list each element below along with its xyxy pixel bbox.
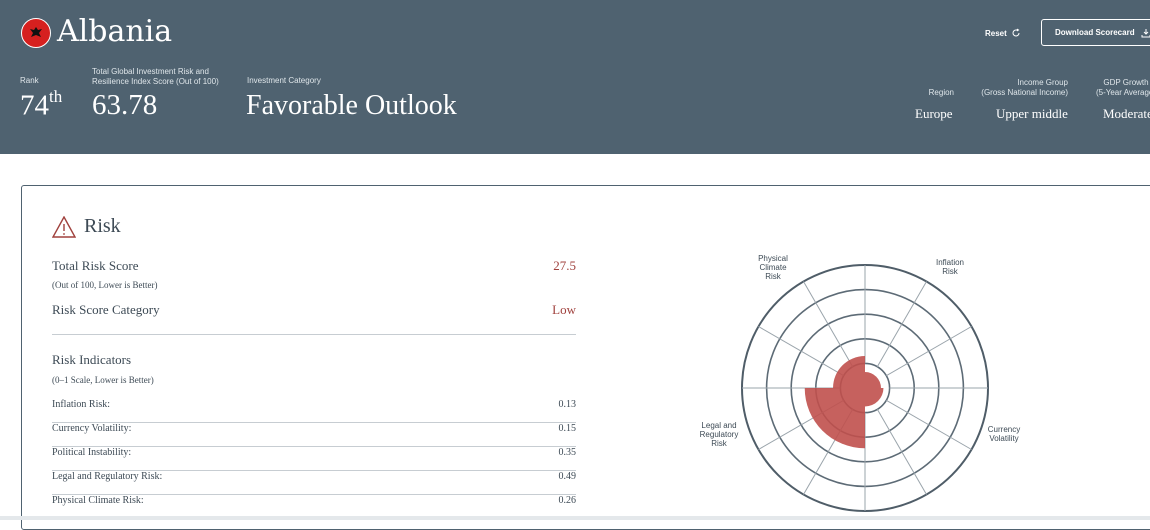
download-label: Download Scorecard: [1055, 28, 1135, 37]
risk-indicators-sub: (0–1 Scale, Lower is Better): [52, 375, 154, 385]
risk-title-text: Risk: [84, 215, 121, 237]
radar-spoke: [886, 326, 972, 377]
risk-section-title: Risk: [52, 215, 121, 238]
radar-spoke: [886, 399, 972, 450]
total-risk-value: 27.5: [553, 258, 576, 273]
axis-label-legal: Legal and Regulatory Risk: [699, 421, 739, 448]
indicator-row: Legal and Regulatory Risk: 0.49: [52, 471, 576, 495]
indicator-value: 0.35: [558, 447, 577, 458]
refresh-icon: [1012, 28, 1020, 37]
indicator-row: Currency Volatility: 0.15: [52, 423, 576, 447]
radar-spoke: [803, 281, 854, 367]
rank-value: 74th: [20, 87, 63, 122]
reset-button[interactable]: Reset: [985, 28, 1021, 38]
risk-indicators-title: Risk Indicators: [52, 352, 132, 367]
warning-icon: [52, 215, 76, 238]
category-label: Investment Category: [247, 76, 321, 85]
rank-label: Rank: [20, 76, 39, 85]
risk-radar-chart: [741, 264, 989, 512]
risk-category-value: Low: [552, 302, 576, 317]
radar-spoke: [758, 326, 844, 377]
total-risk-row: Total Risk Score 27.5: [52, 258, 576, 274]
axis-label-physical-climate: Physical Climate Risk: [758, 254, 788, 281]
country-title: Albania: [57, 14, 173, 49]
income-label: Income Group (Gross National Income): [981, 78, 1068, 97]
divider: [52, 334, 576, 335]
indicator-value: 0.26: [558, 495, 577, 506]
gdp-label: GDP Growth (5-Year Average): [1095, 78, 1150, 97]
indicator-value: 0.13: [558, 399, 577, 410]
score-label: Total Global Investment Risk and Resilie…: [92, 67, 219, 86]
albania-flag-icon: [21, 18, 51, 48]
download-icon: [1141, 28, 1150, 37]
radar-spoke: [876, 281, 927, 367]
risk-category-label: Risk Score Category: [52, 302, 160, 317]
indicator-label: Physical Climate Risk:: [52, 495, 144, 506]
radar-sector: [833, 356, 865, 388]
radar-sector: [865, 388, 884, 407]
indicator-row: Political Instability: 0.35: [52, 447, 576, 471]
risk-category-row: Risk Score Category Low: [52, 302, 576, 318]
total-risk-label: Total Risk Score: [52, 258, 139, 273]
indicator-value: 0.49: [558, 471, 577, 482]
indicator-label: Legal and Regulatory Risk:: [52, 471, 163, 482]
indicator-label: Political Instability:: [52, 447, 132, 458]
gdp-value: Moderate: [1103, 106, 1150, 121]
axis-label-inflation: Inflation Risk: [935, 258, 965, 276]
reset-label: Reset: [985, 28, 1007, 38]
download-scorecard-button[interactable]: Download Scorecard: [1041, 19, 1150, 46]
region-label: Region: [928, 88, 954, 97]
radar-sector: [865, 372, 881, 388]
country-header: Albania Reset Download Scorecard Rank 74…: [0, 0, 1150, 154]
score-value: 63.78: [92, 89, 158, 121]
indicator-value: 0.15: [558, 423, 577, 434]
category-value: Favorable Outlook: [246, 90, 457, 121]
horizontal-scrollbar[interactable]: [0, 516, 1150, 520]
indicator-label: Currency Volatility:: [52, 423, 132, 434]
axis-label-currency: Currency Volatility: [987, 425, 1021, 443]
region-value: Europe: [915, 106, 953, 121]
radar-spoke: [876, 409, 927, 495]
total-risk-sub: (Out of 100, Lower is Better): [52, 280, 158, 290]
radar-sector: [804, 388, 865, 449]
indicator-row: Inflation Risk: 0.13: [52, 399, 576, 423]
income-value: Upper middle: [996, 106, 1068, 121]
indicator-label: Inflation Risk:: [52, 399, 111, 410]
